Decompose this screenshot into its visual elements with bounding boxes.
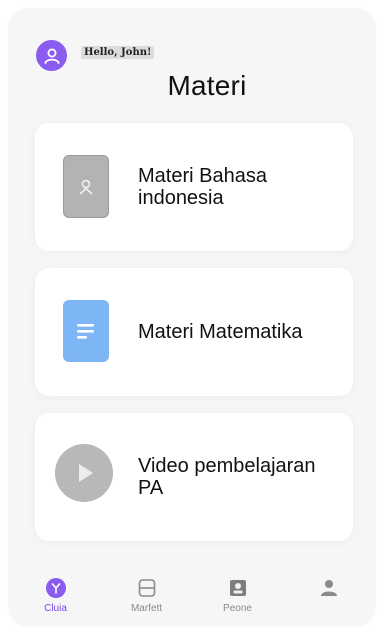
- profile-icon: [318, 577, 340, 599]
- nav-item-marfett[interactable]: Marfett: [101, 567, 192, 625]
- nav-label: Peone: [223, 603, 252, 614]
- user-icon: [44, 48, 59, 64]
- play-icon: [55, 444, 113, 502]
- card-video-pembelajaran[interactable]: Video pembelajaran PA: [35, 413, 353, 541]
- nav-label: Cluia: [44, 603, 67, 614]
- person-icon: [63, 155, 109, 218]
- nav-label: Marfett: [130, 603, 163, 614]
- nav-item-cluia[interactable]: Cluia: [10, 567, 101, 625]
- user-avatar-button[interactable]: [36, 40, 67, 71]
- card-label: Materi Bahasa indonesia: [138, 165, 267, 209]
- card-materi-matematika[interactable]: Materi Matematika: [35, 268, 353, 396]
- card-materi-bahasa-indonesia[interactable]: Materi Bahasa indonesia: [35, 123, 353, 251]
- nav-item-profile[interactable]: [283, 567, 374, 625]
- nav-item-peone[interactable]: Peone: [192, 567, 283, 625]
- greeting-label: Hello, John!: [81, 46, 155, 59]
- id-badge-icon: [227, 577, 249, 599]
- document-icon: [63, 300, 109, 362]
- card-label: Materi Matematika: [138, 321, 303, 343]
- bottom-navigation: Cluia Marfett Peone: [10, 567, 374, 625]
- app-screen: Hello, John! Materi Materi Bahasa indone…: [10, 10, 374, 625]
- page-title: Materi: [167, 70, 247, 101]
- book-icon: [136, 577, 158, 599]
- home-icon: [45, 577, 67, 599]
- card-label: Video pembelajaran PA: [138, 455, 316, 499]
